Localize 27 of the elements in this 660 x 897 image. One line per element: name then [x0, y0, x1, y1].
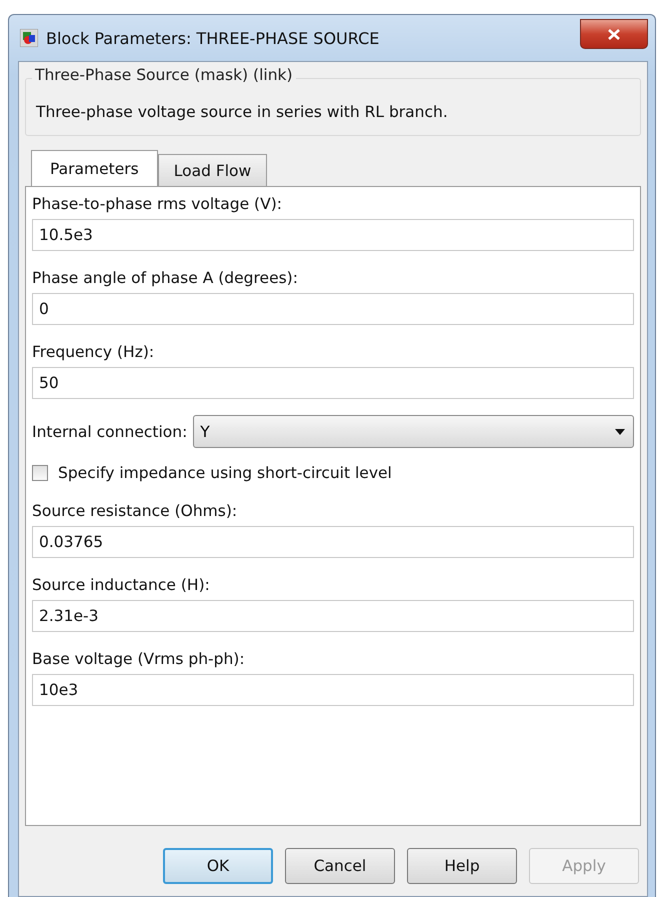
window-title: Block Parameters: THREE-PHASE SOURCE	[46, 28, 380, 48]
input-field[interactable]: 0.03765	[32, 526, 634, 558]
close-button[interactable]	[580, 19, 648, 49]
input-field[interactable]: 2.31e-3	[32, 600, 634, 632]
input-field[interactable]: 10e3	[32, 674, 634, 706]
checkbox[interactable]: Specify impedance using short-circuit level	[32, 464, 392, 482]
description-text: Three-phase voltage source in series with RL branch.	[36, 103, 449, 121]
input-field[interactable]: 50	[32, 367, 634, 399]
dialog-button[interactable]: Cancel	[285, 848, 395, 884]
dialog-button[interactable]: Help	[407, 848, 517, 884]
dropdown-arrow-icon	[615, 428, 625, 434]
field-label: Source resistance (Ohms):	[32, 502, 238, 520]
tab[interactable]: Parameters	[31, 150, 158, 186]
field-label: Internal connection:	[32, 422, 188, 440]
input-field[interactable]: 10.5e3	[32, 219, 634, 251]
tab[interactable]: Load Flow	[158, 154, 268, 186]
input-field[interactable]: 0	[32, 293, 634, 325]
field-label: Source inductance (H):	[32, 576, 211, 594]
block-icon	[20, 29, 38, 47]
field-label: Phase-to-phase rms voltage (V):	[32, 195, 283, 213]
dialog-button[interactable]: OK	[163, 848, 273, 884]
field-label: Phase angle of phase A (degrees):	[32, 269, 299, 287]
field-label: Base voltage (Vrms ph-ph):	[32, 650, 246, 668]
close-icon	[608, 28, 620, 40]
dropdown[interactable]: Y	[193, 415, 634, 448]
group-title: Three-Phase Source (mask) (link)	[32, 66, 296, 84]
field-label: Frequency (Hz):	[32, 343, 156, 361]
